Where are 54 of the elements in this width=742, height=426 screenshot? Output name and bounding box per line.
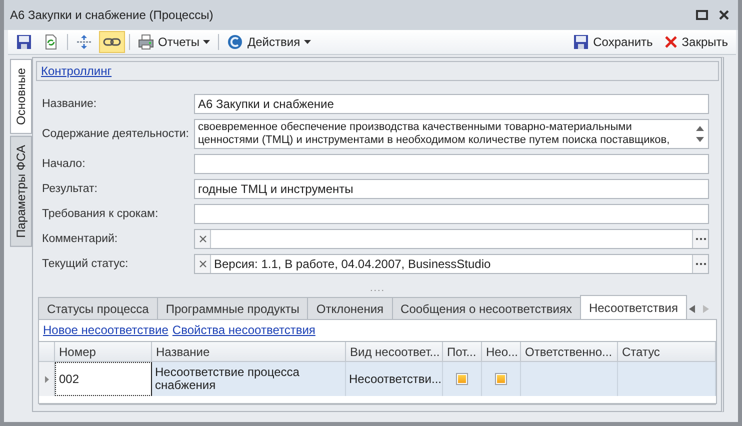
tab[interactable]: Несоответствия: [580, 295, 687, 319]
row-indicator[interactable]: [39, 362, 55, 396]
column-header[interactable]: Номер: [55, 342, 152, 362]
table-cell: Несоответстви...: [346, 362, 443, 396]
column-header[interactable]: Пот...: [443, 342, 482, 362]
tab[interactable]: Программные продукты: [156, 297, 308, 319]
field-label: Содержание деятельности:: [42, 128, 190, 140]
action-link[interactable]: Свойства несоответствия: [172, 323, 316, 337]
caret-icon: [304, 40, 312, 44]
column-header[interactable]: Статус: [618, 342, 716, 362]
side-tab[interactable]: Параметры ФСА: [10, 136, 32, 247]
field-label: Комментарий:: [42, 233, 119, 245]
save-icon: [573, 34, 590, 50]
header-corner: [39, 342, 55, 362]
tab[interactable]: Статусы процесса: [38, 297, 158, 319]
save-icon: [16, 34, 32, 50]
expand-icon: [76, 34, 92, 50]
link-button[interactable]: [99, 31, 125, 53]
close-icon[interactable]: [718, 9, 730, 21]
memo-field[interactable]: своевременное обеспечение производства качественными товарно-материальными ценностями (ТМЦ) и инструментами в необходимом количестве путем поиска поставщиков,: [194, 119, 709, 149]
action-link[interactable]: Новое несоответствие: [43, 323, 168, 337]
column-header[interactable]: Нео...: [482, 342, 521, 362]
tab[interactable]: Отклонения: [307, 297, 393, 319]
field-label: Результат:: [42, 183, 98, 195]
printer-icon: [138, 34, 154, 50]
column-header[interactable]: Ответственно...: [521, 342, 618, 362]
close-icon: [664, 35, 678, 49]
checkbox[interactable]: [495, 373, 507, 385]
row-pointer-icon: [44, 376, 48, 382]
side-tab[interactable]: Основные: [10, 59, 32, 134]
menu-button[interactable]: Действия: [223, 31, 316, 53]
save-button[interactable]: Сохранить: [569, 31, 657, 53]
document-refresh-icon: [43, 34, 59, 50]
tab[interactable]: Сообщения о несоответствиях: [392, 297, 581, 319]
close-button[interactable]: Закрыть: [660, 31, 732, 53]
menu-button[interactable]: Отчеты: [134, 31, 214, 53]
field-label: Название:: [42, 98, 98, 110]
table-cell: Несоответствие процесса снабжения: [152, 362, 346, 396]
field-label: Текущий статус:: [42, 258, 130, 270]
field-label: Требования к срокам:: [42, 208, 160, 220]
table-cell: 002: [55, 362, 152, 396]
caret-icon: [203, 40, 210, 44]
input-field[interactable]: [194, 154, 709, 174]
input-field[interactable]: годные ТМЦ и инструменты: [194, 179, 709, 199]
checkbox[interactable]: [456, 373, 468, 385]
column-header[interactable]: Название: [152, 342, 346, 362]
column-header[interactable]: Вид несоответ...: [346, 342, 443, 362]
input-field[interactable]: А6 Закупки и снабжение: [194, 94, 709, 114]
input-field[interactable]: [194, 204, 709, 224]
maximize-icon[interactable]: [696, 9, 708, 21]
section-link[interactable]: Контроллинг: [41, 64, 112, 78]
field-label: Начало:: [42, 158, 86, 170]
window-title: А6 Закупки и снабжение (Процессы): [10, 8, 214, 22]
scroll-left-icon[interactable]: [689, 305, 695, 313]
